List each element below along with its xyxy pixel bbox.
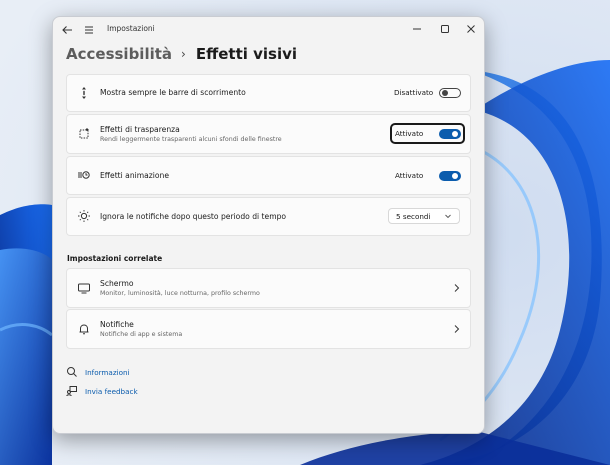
toggle-knob [452,173,458,179]
breadcrumb: Accessibilità › Effetti visivi [66,43,297,65]
monitor-icon [78,283,90,294]
related-item-title: Notifiche [100,320,134,329]
transparency-icon [79,128,89,139]
related-item-display[interactable]: Schermo Monitor, luminosità, luce nottur… [66,268,471,308]
setting-title: Effetti animazione [100,171,170,180]
setting-card-scrollbars: Mostra sempre le barre di scorrimento Di… [66,74,471,112]
toggle-knob [442,90,448,96]
setting-card-animation: Effetti animazione Attivato [66,156,471,195]
link-info[interactable]: Informazioni [66,365,130,379]
help-icon [67,367,77,377]
breadcrumb-separator: › [181,47,186,61]
maximize-icon[interactable] [435,20,455,38]
scrollbar-icon [82,87,86,99]
setting-card-notification-timeout: Ignora le notifiche dopo questo periodo … [66,197,471,236]
brightness-icon [78,210,90,222]
link-text[interactable]: Informazioni [85,368,130,377]
settings-window: Impostazioni Accessibilità › Effetti vis… [52,16,485,434]
setting-subtitle: Rendi leggermente trasparenti alcuni sfo… [100,136,282,143]
minimize-icon[interactable] [407,20,427,38]
breadcrumb-parent[interactable]: Accessibilità [66,45,172,63]
toggle-state-label: Attivato [395,171,424,180]
link-feedback[interactable]: Invia feedback [66,384,138,398]
animation-icon [78,171,90,179]
related-item-subtitle: Monitor, luminosità, luce notturna, prof… [100,290,260,297]
title-bar: Impostazioni [53,17,484,43]
setting-title: Mostra sempre le barre di scorrimento [100,88,246,97]
dropdown-value: 5 secondi [396,212,431,221]
back-arrow-icon[interactable] [59,22,75,38]
toggle-knob [452,131,458,137]
related-settings-heading: Impostazioni correlate [67,254,163,263]
setting-title: Effetti di trasparenza [100,125,180,134]
chevron-right-icon [454,325,460,333]
scrollbars-toggle[interactable] [439,88,461,98]
chevron-right-icon [454,284,460,292]
setting-title: Ignora le notifiche dopo questo periodo … [100,212,287,221]
window-title: Impostazioni [107,24,155,33]
related-item-notifications[interactable]: Notifiche Notifiche di app e sistema [66,309,471,349]
chevron-down-icon [445,214,451,219]
related-item-subtitle: Notifiche di app e sistema [100,331,183,338]
close-icon[interactable] [461,20,481,38]
bell-icon [79,324,89,335]
toggle-state-label: Attivato [395,129,424,138]
toggle-state-label: Disattivato [394,88,434,97]
link-text[interactable]: Invia feedback [85,387,138,396]
setting-card-transparency: Effetti di trasparenza Rendi leggermente… [66,114,471,154]
hamburger-menu-icon[interactable] [81,22,97,38]
feedback-icon [66,386,77,397]
notification-timeout-dropdown[interactable]: 5 secondi [388,208,460,224]
related-item-title: Schermo [100,279,134,288]
animation-toggle[interactable] [439,171,461,181]
transparency-toggle[interactable] [439,129,461,139]
page-title: Effetti visivi [195,45,298,63]
